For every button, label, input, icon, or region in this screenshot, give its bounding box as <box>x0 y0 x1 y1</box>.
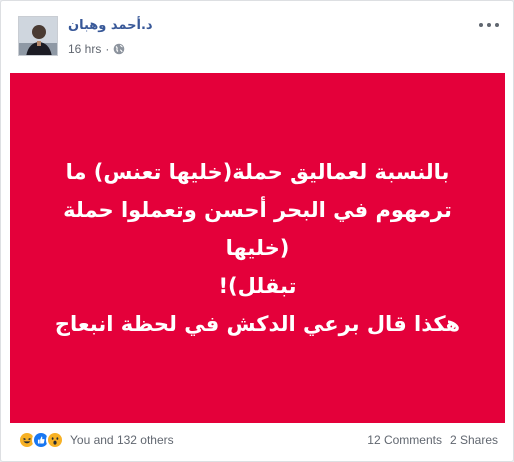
engagement-counts: 12 Comments 2 Shares <box>367 433 498 447</box>
reactions-count[interactable]: You and 132 others <box>70 433 174 447</box>
post-text-line: بالنسبة لعماليق حملة(خليها تعنس) ما <box>65 160 450 184</box>
globe-icon[interactable] <box>113 43 125 55</box>
comments-count[interactable]: 12 Comments <box>367 433 442 447</box>
post-text-background: بالنسبة لعماليق حملة(خليها تعنس) ما ترمه… <box>10 73 505 423</box>
post-timestamp[interactable]: 16 hrs <box>68 42 101 56</box>
shares-count[interactable]: 2 Shares <box>450 433 498 447</box>
author-name[interactable]: د.أحمد وهبان <box>68 18 153 33</box>
post-text-line: تبقلل)! <box>218 274 297 298</box>
avatar[interactable] <box>18 16 58 56</box>
meta-separator: · <box>105 42 110 56</box>
post-card: د.أحمد وهبان 16 hrs · بالنسبة لعماليق حم… <box>0 0 514 462</box>
post-header: د.أحمد وهبان 16 hrs · <box>1 1 514 73</box>
post-text-line: ترمهوم في البحر أحسن وتعملوا حملة (خليها <box>63 198 452 260</box>
post-text-line: هكذا قال برعي الدكش في لحظة انبعاج <box>54 312 461 336</box>
reaction-icons <box>18 431 64 449</box>
post-meta: 16 hrs · <box>68 41 125 57</box>
more-options-icon[interactable] <box>479 19 499 31</box>
reactions-summary[interactable]: You and 132 others <box>18 431 174 449</box>
wow-reaction-icon <box>46 431 64 449</box>
post-text: بالنسبة لعماليق حملة(خليها تعنس) ما ترمه… <box>38 153 478 343</box>
post-footer: You and 132 others 12 Comments 2 Shares <box>1 425 514 455</box>
